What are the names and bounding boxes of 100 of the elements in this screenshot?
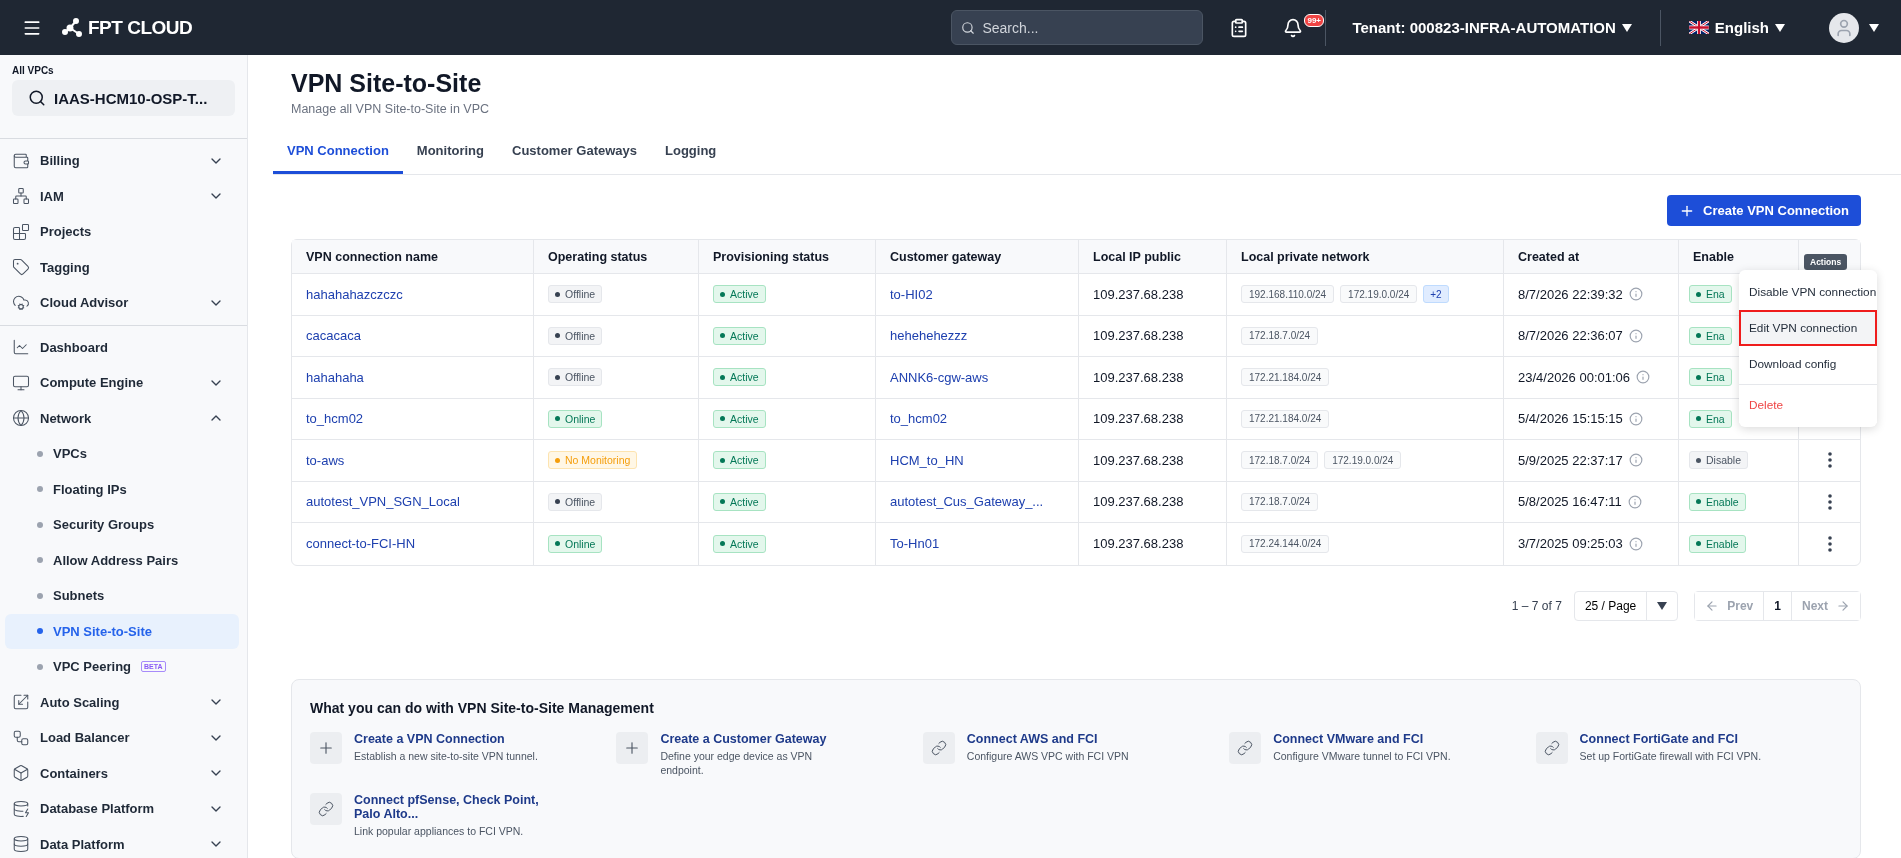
- scaling-icon: [12, 693, 30, 712]
- enable-badge: Ena: [1689, 285, 1732, 304]
- status-badge: Active: [713, 368, 766, 387]
- connection-link[interactable]: cacacaca: [306, 328, 361, 344]
- search-icon: [961, 21, 976, 35]
- more-actions-button[interactable]: [1827, 493, 1832, 510]
- gateway-link[interactable]: to_hcm02: [890, 411, 948, 427]
- tab[interactable]: VPN Connection: [273, 131, 403, 174]
- create-button[interactable]: Create VPN Connection: [1667, 195, 1861, 226]
- gateway-link[interactable]: hehehehezzz: [890, 328, 968, 344]
- menu-item[interactable]: Delete: [1739, 387, 1877, 423]
- sidebar-subitem[interactable]: Allow Address Pairs: [5, 542, 239, 578]
- notification-button[interactable]: [1283, 17, 1304, 38]
- ip-address: 109.237.68.238: [1093, 494, 1184, 510]
- gateway-link[interactable]: HCM_to_HN: [890, 452, 964, 468]
- sidebar-item[interactable]: Tagging: [0, 249, 236, 285]
- help-link[interactable]: Connect pfSense, Check Point, Palo Alto...: [354, 792, 539, 821]
- bullet-icon: [37, 628, 43, 635]
- help-title: What you can do with VPN Site-to-Site Management: [310, 699, 655, 716]
- sidebar-item[interactable]: Load Balancer: [0, 720, 236, 756]
- sidebar-subitem[interactable]: VPCs: [5, 436, 239, 472]
- sidebar-item[interactable]: Cloud Advisor: [0, 285, 236, 321]
- sidebar-item[interactable]: IAM: [0, 178, 236, 214]
- connection-link[interactable]: hahahahazczczc: [306, 286, 403, 302]
- info-icon: [1627, 494, 1642, 509]
- connection-link[interactable]: connect-to-FCI-HN: [306, 536, 416, 552]
- sidebar-item[interactable]: Projects: [0, 214, 236, 250]
- help-description: Configure VMware tunnel to FCI VPN.: [1273, 748, 1452, 763]
- column-header: Provisioning status: [699, 240, 876, 274]
- tenant-selector[interactable]: Tenant: 000823-INFRA-AUTOMATION: [1346, 18, 1638, 37]
- gateway-link[interactable]: To-Hn01: [890, 536, 940, 552]
- network-tag: 172.18.7.0/24: [1241, 451, 1319, 470]
- search-field[interactable]: Search...: [951, 10, 1204, 45]
- gateway-link[interactable]: to-HI02: [890, 286, 933, 302]
- sidebar-item[interactable]: Auto Scaling: [0, 684, 236, 720]
- tab[interactable]: Monitoring: [402, 131, 498, 174]
- page-range: 1 – 7 of 7: [1511, 598, 1562, 613]
- globe-icon: [12, 409, 30, 428]
- clipboard-icon: [1229, 17, 1250, 38]
- chart-icon: [12, 338, 30, 357]
- page-size-select[interactable]: 25 / Page: [1573, 590, 1679, 621]
- enable-badge: Ena: [1689, 409, 1732, 428]
- column-header: Local private network: [1227, 240, 1504, 274]
- kebab-icon: [1827, 535, 1832, 552]
- user-icon: [1834, 17, 1854, 38]
- sidebar-item[interactable]: Data Platform: [0, 826, 236, 858]
- language-selector[interactable]: English: [1682, 18, 1791, 37]
- more-tag[interactable]: +2: [1423, 285, 1449, 304]
- sidebar-item[interactable]: Database Platform: [0, 791, 236, 827]
- connection-link[interactable]: to-aws: [306, 452, 345, 468]
- logo-icon: [62, 17, 84, 38]
- menu-item[interactable]: Edit VPN connection: [1739, 310, 1877, 346]
- help-link[interactable]: Connect VMware and FCI: [1273, 731, 1459, 746]
- sidebar-subitem[interactable]: Subnets: [5, 578, 239, 614]
- actions-tooltip: Actions: [1804, 254, 1848, 270]
- flag-icon: [1688, 21, 1709, 34]
- more-actions-button[interactable]: [1827, 452, 1832, 469]
- sidebar-subitem[interactable]: Security Groups: [5, 507, 239, 543]
- connection-link[interactable]: autotest_VPN_SGN_Local: [306, 494, 460, 510]
- column-header: Local IP public: [1079, 240, 1227, 274]
- info-icon: [1628, 536, 1643, 551]
- bullet-icon: [37, 450, 43, 457]
- bullet-icon: [37, 592, 43, 599]
- sidebar-subitem[interactable]: VPN Site-to-Site: [5, 613, 239, 649]
- help-link[interactable]: Create a VPN Connection: [354, 731, 539, 746]
- info-icon: [1636, 370, 1651, 385]
- monitor-icon: [12, 373, 30, 392]
- sidebar-item[interactable]: Containers: [0, 755, 236, 791]
- connection-link[interactable]: to_hcm02: [306, 411, 364, 427]
- column-header: Operating status: [534, 240, 699, 274]
- tag-icon: [12, 258, 30, 277]
- sidebar-item[interactable]: Dashboard: [0, 329, 236, 365]
- sidebar-item[interactable]: Compute Engine: [0, 365, 236, 401]
- sidebar-subitem[interactable]: Floating IPs: [5, 471, 239, 507]
- created-time: 5/4/2026 15:15:15: [1518, 411, 1623, 427]
- tab[interactable]: Customer Gateways: [498, 131, 651, 174]
- more-actions-button[interactable]: [1827, 535, 1832, 552]
- vpc-selector[interactable]: IAAS-HCM10-OSP-T...: [12, 80, 235, 116]
- database-icon: [12, 799, 30, 818]
- bullet-icon: [37, 663, 43, 670]
- help-link[interactable]: Connect AWS and FCI: [966, 731, 1152, 746]
- network-tag: 172.18.7.0/24: [1241, 492, 1319, 511]
- gateway-link[interactable]: ANNK6-cgw-aws: [890, 369, 989, 385]
- help-link[interactable]: Create a Customer Gateway: [660, 731, 846, 746]
- ip-address: 109.237.68.238: [1093, 536, 1184, 552]
- connection-link[interactable]: hahahaha: [306, 369, 364, 385]
- enable-badge: Ena: [1689, 326, 1732, 345]
- info-icon: [1628, 453, 1643, 468]
- sidebar-item[interactable]: Billing: [0, 143, 236, 179]
- ip-address: 109.237.68.238: [1093, 369, 1184, 385]
- gateway-link[interactable]: autotest_Cus_Gateway_...: [890, 494, 1044, 510]
- tab[interactable]: Logging: [651, 131, 731, 174]
- help-link[interactable]: Connect FortiGate and FCI: [1579, 731, 1765, 746]
- page-title: VPN Site-to-Site: [291, 69, 483, 98]
- bullet-icon: [37, 557, 43, 564]
- ip-address: 109.237.68.238: [1093, 452, 1184, 468]
- sidebar-item[interactable]: Network: [0, 400, 236, 436]
- created-time: 23/4/2026 00:01:06: [1518, 369, 1631, 385]
- menu-item[interactable]: Download config: [1739, 346, 1877, 382]
- menu-item[interactable]: Disable VPN connection: [1739, 274, 1877, 310]
